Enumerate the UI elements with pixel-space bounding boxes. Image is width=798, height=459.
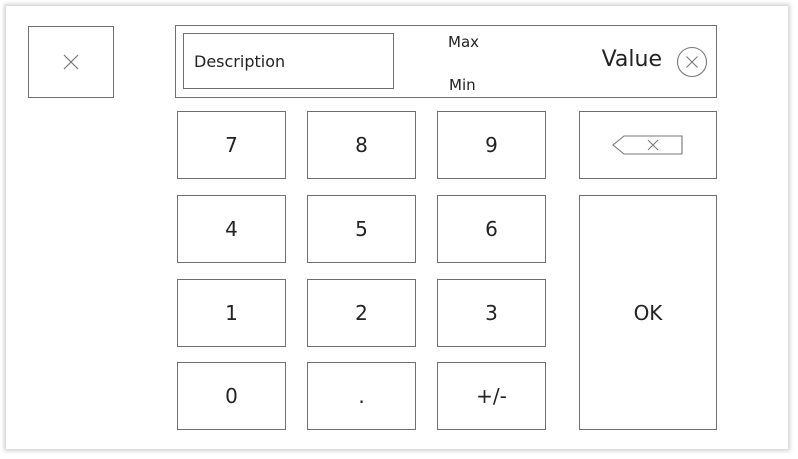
key-0[interactable]: 0	[177, 362, 286, 430]
description-field: Description	[183, 33, 394, 89]
key-8[interactable]: 8	[307, 111, 416, 179]
key-5[interactable]: 5	[307, 195, 416, 263]
backspace-button[interactable]	[579, 111, 717, 179]
max-label: Max	[448, 33, 480, 51]
key-2[interactable]: 2	[307, 279, 416, 347]
key-3[interactable]: 3	[437, 279, 546, 347]
min-label: Min	[449, 76, 476, 94]
ok-button[interactable]: OK	[579, 195, 717, 430]
key-1[interactable]: 1	[177, 279, 286, 347]
key-7[interactable]: 7	[177, 111, 286, 179]
circle-x-icon[interactable]	[676, 46, 708, 78]
key-decimal-point[interactable]: .	[307, 362, 416, 430]
key-plus-minus[interactable]: +/-	[437, 362, 546, 430]
value-display: Description Max Min Value	[175, 25, 717, 98]
key-6[interactable]: 6	[437, 195, 546, 263]
value-readout: Value	[601, 47, 662, 72]
key-4[interactable]: 4	[177, 195, 286, 263]
numeric-keypad-dialog: Description Max Min Value 7 8 9 4 5 6 OK…	[6, 6, 788, 449]
close-icon	[63, 54, 79, 70]
key-9[interactable]: 9	[437, 111, 546, 179]
backspace-icon	[612, 135, 683, 155]
close-button[interactable]	[28, 26, 114, 98]
